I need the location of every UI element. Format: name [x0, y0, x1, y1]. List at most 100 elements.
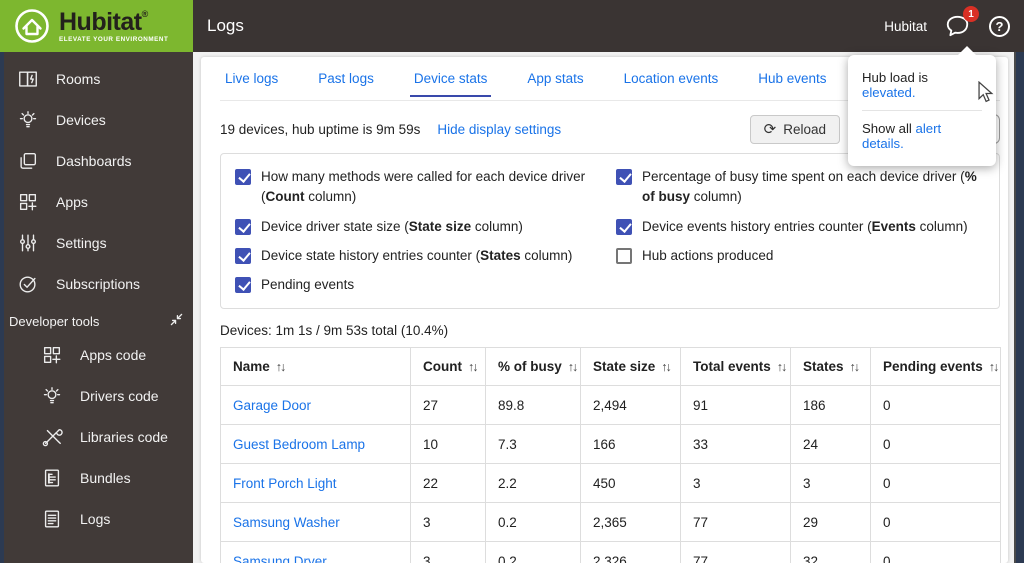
sidebar-item-apps[interactable]: Apps	[4, 181, 193, 222]
device-link[interactable]: Front Porch Light	[233, 476, 337, 491]
device-link[interactable]: Guest Bedroom Lamp	[233, 437, 365, 452]
checkbox-icon[interactable]	[235, 277, 251, 293]
tab-past-logs[interactable]: Past logs	[298, 57, 394, 100]
bulb-icon	[40, 384, 64, 408]
check-circle-icon	[16, 272, 40, 296]
checkbox-pending-events[interactable]: Pending events	[235, 275, 604, 295]
topbar: Hubitat® ELEVATE YOUR ENVIRONMENT Logs H…	[0, 0, 1024, 52]
sort-icon[interactable]: ↑↓	[777, 360, 787, 374]
sidebar-item-label: Drivers code	[80, 387, 159, 404]
sidebar-item-devices[interactable]: Devices	[4, 99, 193, 140]
cell-count: 3	[410, 541, 486, 563]
checkbox-icon[interactable]	[235, 169, 251, 185]
tab-device-stats[interactable]: Device stats	[394, 57, 508, 100]
bundle-document-icon	[40, 466, 64, 490]
hide-display-settings-link[interactable]: Hide display settings	[437, 122, 561, 137]
cell-pending: 0	[870, 502, 1001, 543]
sidebar-item-drivers-code[interactable]: Drivers code	[4, 375, 193, 416]
sidebar-item-subscriptions[interactable]: Subscriptions	[4, 263, 193, 304]
cell-state-size: 2,494	[580, 385, 681, 426]
sort-icon[interactable]: ↑↓	[989, 360, 999, 374]
tab-app-stats[interactable]: App stats	[507, 57, 603, 100]
checkbox-events-column[interactable]: Device events history entries counter (E…	[616, 217, 985, 237]
account-label[interactable]: Hubitat	[884, 19, 927, 34]
checkbox-state-size-column[interactable]: Device driver state size (State size col…	[235, 217, 604, 237]
collapse-icon[interactable]	[170, 313, 183, 329]
cell-states: 3	[790, 463, 871, 504]
tab-location-events[interactable]: Location events	[604, 57, 739, 100]
column-header-state-size[interactable]: State size ↑↓	[580, 347, 681, 387]
sort-icon[interactable]: ↑↓	[468, 360, 478, 374]
rooms-icon	[16, 67, 40, 91]
bulb-icon	[16, 108, 40, 132]
table-row: Samsung Dryer 3 0.2 2,326 77 32 0	[220, 541, 1001, 563]
sidebar-item-rooms[interactable]: Rooms	[4, 58, 193, 99]
column-header-count[interactable]: Count ↑↓	[410, 347, 486, 387]
table-row: Samsung Washer 3 0.2 2,365 77 29 0	[220, 502, 1001, 543]
checkbox-states-column[interactable]: Device state history entries counter (St…	[235, 246, 604, 266]
notifications-button[interactable]: 1	[944, 6, 979, 39]
cell-state-size: 2,365	[580, 502, 681, 543]
checkbox-icon[interactable]	[616, 247, 632, 264]
cell-pending: 0	[870, 385, 1001, 426]
checkbox-hub-actions[interactable]: Hub actions produced	[616, 246, 985, 266]
sidebar-item-label: Apps code	[80, 346, 147, 363]
help-button[interactable]: ?	[989, 15, 1010, 37]
sort-icon[interactable]: ↑↓	[568, 360, 578, 374]
tab-live-logs[interactable]: Live logs	[220, 57, 298, 100]
sidebar-item-bundles[interactable]: Bundles	[4, 457, 193, 498]
cell-pending: 0	[870, 424, 1001, 465]
sliders-icon	[16, 231, 40, 255]
cell-states: 186	[790, 385, 871, 426]
column-header-pending-events[interactable]: Pending events ↑↓	[870, 347, 1001, 387]
cell-busy: 7.3	[485, 424, 581, 465]
column-header-busy[interactable]: % of busy ↑↓	[485, 347, 581, 387]
column-header-total-events[interactable]: Total events ↑↓	[680, 347, 791, 387]
checkbox-icon[interactable]	[235, 247, 251, 264]
table-row: Front Porch Light 22 2.2 450 3 3 0	[220, 463, 1001, 504]
reload-label: Reload	[783, 121, 826, 137]
checkbox-label: How many methods were called for each de…	[261, 169, 586, 205]
brand-name: Hubitat	[59, 7, 142, 36]
window-scrollbar[interactable]	[1014, 52, 1024, 563]
hub-load-message: Hub load is elevated.	[862, 70, 928, 100]
hub-alerts-popup: Hub load is elevated. Show all alert det…	[848, 46, 996, 166]
sort-icon[interactable]: ↑↓	[661, 360, 671, 374]
logo-text: Hubitat® ELEVATE YOUR ENVIRONMENT	[59, 7, 168, 43]
device-link[interactable]: Garage Door	[233, 398, 311, 413]
sort-icon[interactable]: ↑↓	[850, 360, 860, 374]
cell-busy: 89.8	[485, 385, 581, 426]
tab-hub-events[interactable]: Hub events	[738, 57, 846, 100]
sidebar-item-logs[interactable]: Logs	[4, 498, 193, 539]
checkbox-icon[interactable]	[235, 218, 251, 235]
cell-busy: 0.2	[485, 541, 581, 563]
logs-document-icon	[40, 507, 64, 531]
elevated-link[interactable]: elevated.	[862, 85, 916, 100]
notification-badge: 1	[963, 6, 979, 22]
sidebar-item-dashboards[interactable]: Dashboards	[4, 140, 193, 181]
registered-mark: ®	[141, 8, 149, 19]
sidebar-item-settings[interactable]: Settings	[4, 222, 193, 263]
reload-button[interactable]: ⟳ Reload	[749, 114, 840, 144]
sidebar-item-libraries-code[interactable]: Libraries code	[4, 416, 193, 457]
cell-pending: 0	[870, 541, 1001, 563]
developer-tools-label: Developer tools	[9, 313, 100, 329]
checkbox-icon[interactable]	[616, 218, 632, 235]
checkbox-label: Percentage of busy time spent on each de…	[642, 169, 977, 205]
sort-icon[interactable]: ↑↓	[276, 360, 286, 374]
column-header-states[interactable]: States ↑↓	[790, 347, 871, 387]
cell-count: 22	[410, 463, 486, 504]
sidebar-item-apps-code[interactable]: Apps code	[4, 334, 193, 375]
device-stats-table: Name ↑↓ Count ↑↓ % of busy ↑↓ State size ↑↓ …	[220, 347, 1001, 563]
sidebar-item-label: Rooms	[56, 70, 101, 87]
hubitat-logo[interactable]: Hubitat® ELEVATE YOUR ENVIRONMENT	[0, 0, 193, 52]
sidebar-item-label: Libraries code	[80, 428, 168, 445]
checkbox-busy-column[interactable]: Percentage of busy time spent on each de…	[616, 167, 985, 208]
device-link[interactable]: Samsung Dryer	[233, 554, 327, 563]
checkbox-label: Device events history entries counter (E…	[642, 218, 968, 234]
hubitat-house-icon	[15, 9, 49, 43]
device-link[interactable]: Samsung Washer	[233, 515, 340, 530]
column-header-name[interactable]: Name ↑↓	[220, 347, 411, 387]
checkbox-icon[interactable]	[616, 169, 632, 185]
checkbox-count-column[interactable]: How many methods were called for each de…	[235, 167, 604, 208]
